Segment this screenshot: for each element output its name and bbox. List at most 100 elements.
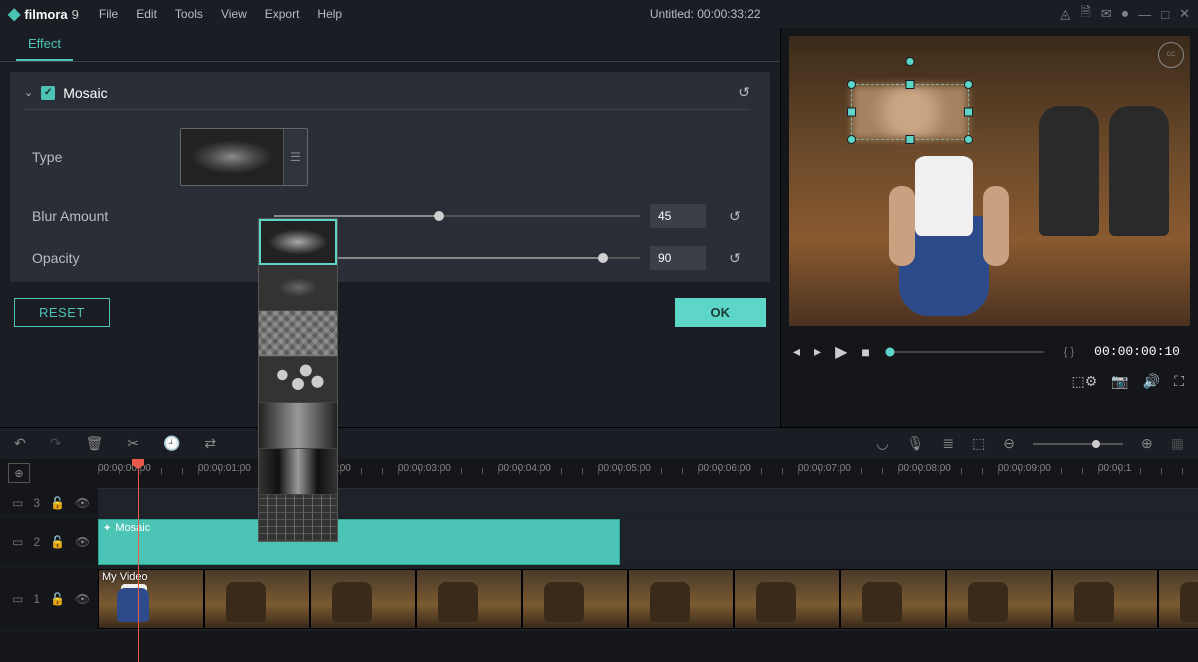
save-icon[interactable]: 🗎 xyxy=(1080,3,1090,25)
menu-file[interactable]: File xyxy=(91,3,126,25)
clip-video[interactable]: My Video xyxy=(98,569,1198,629)
track-1-body[interactable]: My Video xyxy=(98,567,1198,630)
video-thumb xyxy=(628,569,734,629)
handle-ml[interactable] xyxy=(847,108,856,117)
delete-icon[interactable]: 🗑 xyxy=(85,435,103,452)
menu-help[interactable]: Help xyxy=(309,3,350,25)
mosaic-checkbox[interactable]: ✓ xyxy=(41,86,55,100)
account-icon[interactable]: ◬ xyxy=(1060,6,1070,22)
blur-knob[interactable] xyxy=(434,211,444,221)
volume-icon[interactable]: 🔊 xyxy=(1143,373,1160,390)
handle-rotate[interactable] xyxy=(906,57,915,66)
blur-slider[interactable] xyxy=(274,215,640,217)
add-track-button[interactable]: ⊕ xyxy=(8,463,30,483)
opacity-knob[interactable] xyxy=(598,253,608,263)
blur-value[interactable] xyxy=(650,204,706,228)
app-logo: ◆ filmora9 xyxy=(8,4,79,24)
type-selector[interactable]: ☰ xyxy=(180,128,308,186)
watermark-icon: CC xyxy=(1158,42,1184,68)
menu-edit[interactable]: Edit xyxy=(128,3,165,25)
eye-icon[interactable]: 👁 xyxy=(75,496,90,510)
menu-view[interactable]: View xyxy=(213,3,255,25)
eye-icon[interactable]: 👁 xyxy=(75,535,90,549)
next-frame-icon[interactable]: ▸ xyxy=(814,343,821,360)
collapse-icon[interactable]: ⌄ xyxy=(24,86,33,99)
tab-effect[interactable]: Effect xyxy=(16,28,73,61)
menu-tools[interactable]: Tools xyxy=(167,3,211,25)
handle-mr[interactable] xyxy=(964,108,973,117)
clip-mosaic[interactable]: ✦Mosaic xyxy=(98,519,620,565)
preview-viewport[interactable]: CC xyxy=(789,36,1190,326)
blur-type-7[interactable] xyxy=(259,495,337,541)
blur-type-3[interactable] xyxy=(259,311,337,357)
mail-icon[interactable]: ✉ xyxy=(1101,6,1112,22)
menu-export[interactable]: Export xyxy=(257,3,308,25)
eye-icon[interactable]: 👁 xyxy=(75,592,90,606)
undo-icon[interactable]: ↶ xyxy=(14,435,26,452)
type-dropdown-icon[interactable]: ☰ xyxy=(283,129,307,185)
redo-icon[interactable]: ↷ xyxy=(50,435,62,452)
blur-type-2[interactable] xyxy=(259,265,337,311)
mic-icon[interactable]: ⏺ xyxy=(1122,6,1129,22)
blur-type-6[interactable] xyxy=(259,449,337,495)
blur-type-4[interactable] xyxy=(259,357,337,403)
cut-icon[interactable]: ✂ xyxy=(127,435,139,452)
handle-br[interactable] xyxy=(964,135,973,144)
playhead[interactable] xyxy=(138,459,139,662)
blur-type-1[interactable] xyxy=(259,219,337,265)
crop-icon[interactable]: ⬚ xyxy=(972,435,985,452)
stop-icon[interactable]: ■ xyxy=(861,344,869,360)
blur-type-5[interactable] xyxy=(259,403,337,449)
main-menu: File Edit Tools View Export Help xyxy=(91,3,350,25)
prev-frame-icon[interactable]: ◂ xyxy=(793,343,800,360)
handle-tm[interactable] xyxy=(906,80,915,89)
minimize-icon[interactable]: — xyxy=(1138,7,1151,22)
handle-bm[interactable] xyxy=(906,135,915,144)
ruler-mark: 00:00:05:00 xyxy=(598,459,698,474)
handle-tl[interactable] xyxy=(847,80,856,89)
lock-icon[interactable]: 🔓 xyxy=(50,496,65,510)
snapshot-icon[interactable]: 📷 xyxy=(1111,373,1128,390)
ruler-mark: 00:00:1 xyxy=(1098,459,1198,474)
fullscreen-icon[interactable]: ⛶ xyxy=(1174,373,1184,390)
zoom-out-icon[interactable]: ⊖ xyxy=(1003,435,1015,452)
video-thumb xyxy=(204,569,310,629)
settings-icon[interactable]: ⇄ xyxy=(204,435,216,452)
quality-icon[interactable]: ⬚⚙ xyxy=(1072,373,1098,390)
playback-knob[interactable] xyxy=(885,347,894,356)
preview-pane: CC ◂ ▸ ▶ ■ { } 00:00:00:10 ⬚⚙ 📷 🔊 ⛶ xyxy=(780,28,1198,427)
zoom-slider[interactable] xyxy=(1033,443,1123,445)
lock-icon[interactable]: 🔓 xyxy=(50,592,65,606)
playback-slider[interactable] xyxy=(890,351,1044,353)
video-thumb xyxy=(840,569,946,629)
opacity-reset-icon[interactable]: ↺ xyxy=(720,250,750,267)
fit-icon[interactable]: ▦ xyxy=(1171,435,1184,452)
track-icon: ▭ xyxy=(12,535,23,549)
ok-button[interactable]: OK xyxy=(675,298,767,327)
revert-icon[interactable]: ↺ xyxy=(738,84,750,101)
effect-icon: ✦ xyxy=(103,523,111,534)
reset-button[interactable]: RESET xyxy=(14,298,110,327)
close-icon[interactable]: ✕ xyxy=(1179,6,1190,22)
mosaic-selection[interactable] xyxy=(851,84,969,140)
maximize-icon[interactable]: □ xyxy=(1161,7,1169,22)
handle-bl[interactable] xyxy=(847,135,856,144)
lock-icon[interactable]: 🔓 xyxy=(50,535,65,549)
zoom-in-icon[interactable]: ⊕ xyxy=(1141,435,1153,452)
ruler-mark: 00:00:04:00 xyxy=(498,459,598,474)
handle-tr[interactable] xyxy=(964,80,973,89)
ruler-mark: 00:00:00:00 xyxy=(98,459,198,474)
bg-person-1 xyxy=(1039,106,1099,236)
type-dropdown[interactable] xyxy=(258,218,338,542)
blur-reset-icon[interactable]: ↺ xyxy=(720,208,750,225)
play-icon[interactable]: ▶ xyxy=(835,342,847,362)
mark-range[interactable]: { } xyxy=(1064,346,1074,358)
opacity-value[interactable] xyxy=(650,246,706,270)
mixer-icon[interactable]: ≣ xyxy=(942,435,954,452)
track-3: ▭3🔓👁 xyxy=(0,489,1198,517)
history-icon[interactable]: 🕘 xyxy=(163,435,180,452)
effect-panel: Effect ⌄ ✓ Mosaic ↺ Type ☰ Blur Amount xyxy=(0,28,780,427)
voiceover-icon[interactable]: 🎙 xyxy=(907,435,925,452)
zoom-knob[interactable] xyxy=(1092,440,1100,448)
marker-icon[interactable]: ◡ xyxy=(876,435,888,452)
